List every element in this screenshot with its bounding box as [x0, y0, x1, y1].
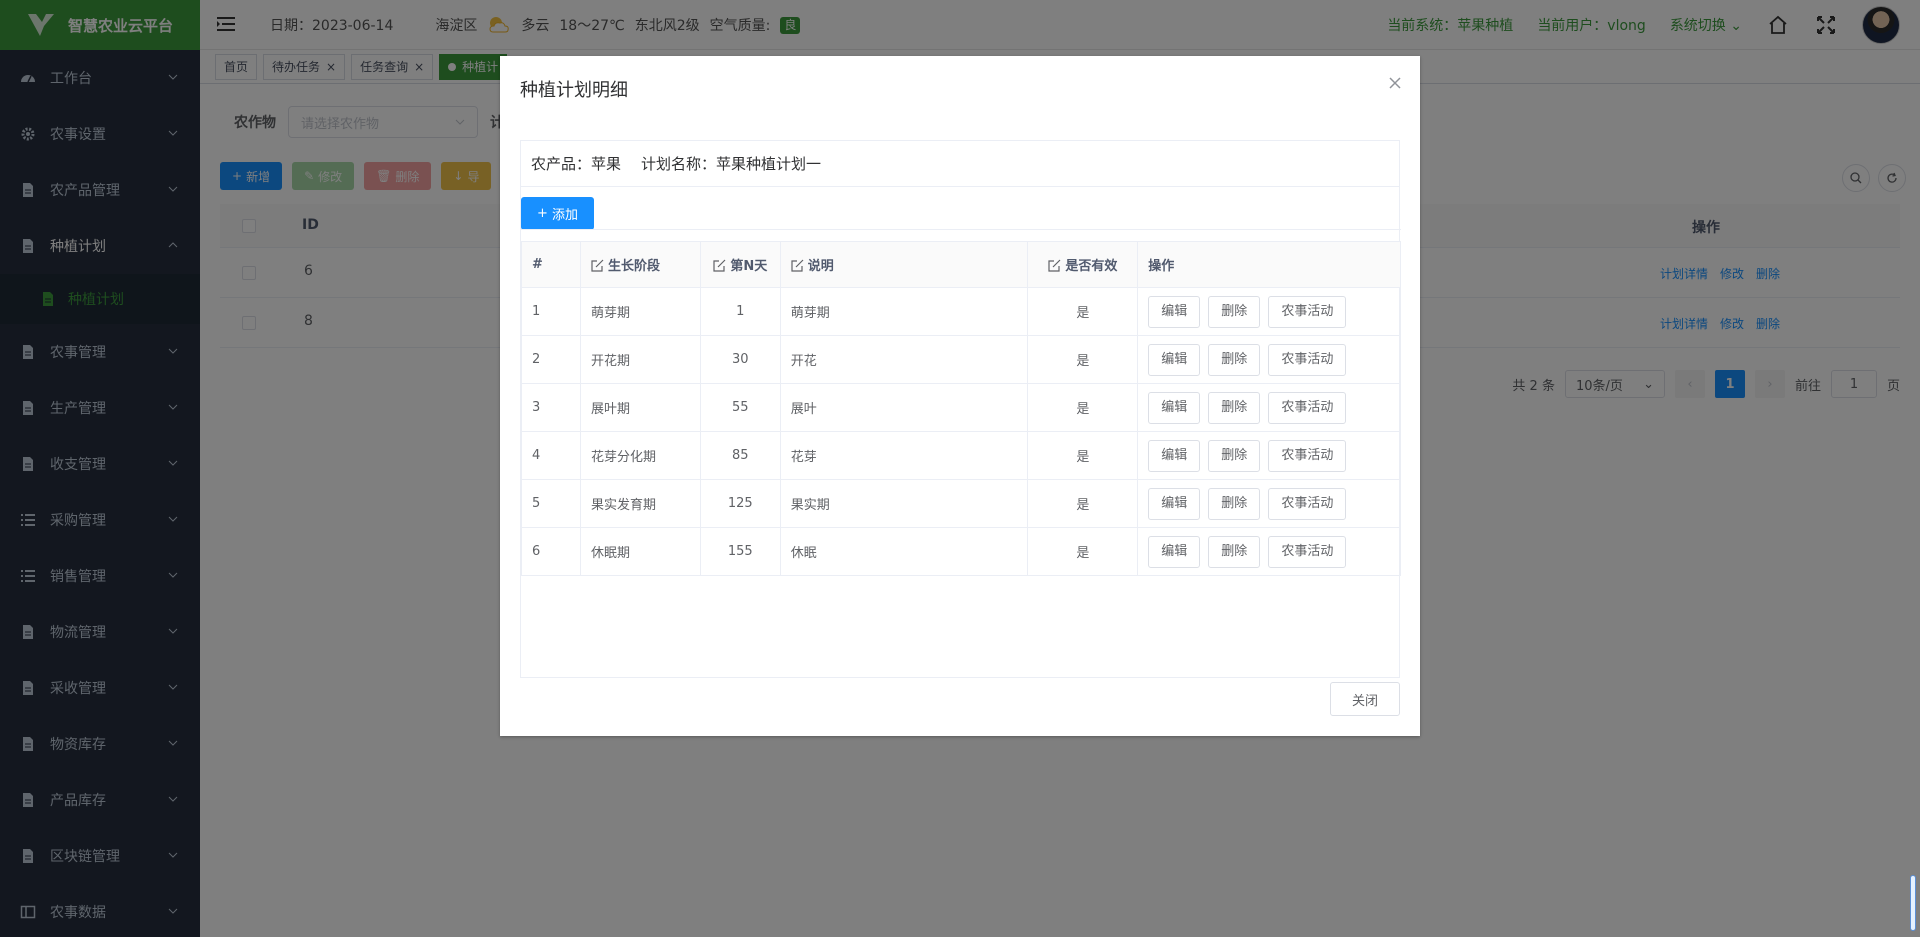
- edit-button[interactable]: 编辑: [1148, 343, 1201, 376]
- cell-valid: 是: [1027, 383, 1139, 432]
- table-row: 4 花芽分化期 85 花芽 是 编辑 删除 农事活动: [521, 431, 1401, 480]
- edit-button[interactable]: 编辑: [1148, 535, 1201, 568]
- column-label: 第N天: [730, 259, 768, 274]
- delete-button[interactable]: 删除: [1208, 439, 1261, 472]
- table-row: 5 果实发育期 125 果实期 是 编辑 删除 农事活动: [521, 479, 1401, 528]
- delete-button[interactable]: 删除: [1208, 391, 1261, 424]
- column-valid: 是否有效: [1027, 241, 1139, 288]
- cell-description: 开花: [779, 335, 1029, 384]
- cell-index: 1: [521, 287, 581, 336]
- close-button[interactable]: 关闭: [1330, 682, 1400, 716]
- table-row: 3 展叶期 55 展叶 是 编辑 删除 农事活动: [521, 383, 1401, 432]
- add-stage-label: 添加: [551, 208, 578, 223]
- cell-description: 休眠: [779, 527, 1029, 576]
- table-header-row: # 生长阶段 第N天 说明 是否有效 操作: [521, 241, 1401, 288]
- cell-stage: 果实发育期: [579, 479, 701, 528]
- edit-icon: [1048, 259, 1061, 272]
- farm-activity-button[interactable]: 农事活动: [1268, 487, 1347, 520]
- cell-day: 85: [699, 431, 781, 480]
- delete-button[interactable]: 删除: [1208, 535, 1261, 568]
- cell-description: 花芽: [779, 431, 1029, 480]
- cell-stage: 萌芽期: [579, 287, 701, 336]
- farm-activity-button[interactable]: 农事活动: [1268, 343, 1347, 376]
- cell-day: 1: [699, 287, 781, 336]
- cell-valid: 是: [1027, 431, 1139, 480]
- farm-activity-button[interactable]: 农事活动: [1268, 391, 1347, 424]
- delete-button[interactable]: 删除: [1208, 487, 1261, 520]
- cell-stage: 休眠期: [579, 527, 701, 576]
- table-row: 1 萌芽期 1 萌芽期 是 编辑 删除 农事活动: [521, 287, 1401, 336]
- column-label: 生长阶段: [607, 259, 660, 274]
- cell-valid: 是: [1027, 479, 1139, 528]
- cell-day: 125: [699, 479, 781, 528]
- add-stage-button[interactable]: + 添加: [521, 197, 594, 230]
- cell-stage: 展叶期: [579, 383, 701, 432]
- edit-icon: [591, 259, 604, 272]
- cell-index: 6: [521, 527, 581, 576]
- cell-valid: 是: [1027, 287, 1139, 336]
- cell-index: 2: [521, 335, 581, 384]
- cell-stage: 花芽分化期: [579, 431, 701, 480]
- close-icon[interactable]: [1388, 76, 1402, 90]
- edit-button[interactable]: 编辑: [1148, 391, 1201, 424]
- cell-day: 55: [699, 383, 781, 432]
- cell-valid: 是: [1027, 527, 1139, 576]
- cell-index: 4: [521, 431, 581, 480]
- plan-name-text: 计划名称：苹果种植计划一: [641, 155, 822, 173]
- cell-index: 3: [521, 383, 581, 432]
- cell-operations: 编辑 删除 农事活动: [1137, 335, 1401, 384]
- product-text: 农产品：苹果: [531, 155, 622, 173]
- column-stage: 生长阶段: [579, 241, 701, 288]
- column-label: 是否有效: [1065, 259, 1118, 274]
- cell-day: 155: [699, 527, 781, 576]
- edit-button[interactable]: 编辑: [1148, 295, 1201, 328]
- plan-info: 农产品：苹果 计划名称：苹果种植计划一: [521, 141, 1399, 187]
- delete-button[interactable]: 删除: [1208, 295, 1261, 328]
- divider: [521, 229, 1401, 230]
- column-label: 说明: [807, 259, 834, 274]
- cell-operations: 编辑 删除 农事活动: [1137, 479, 1401, 528]
- edit-icon: [713, 259, 726, 272]
- dialog-title: 种植计划明细: [520, 80, 628, 101]
- farm-activity-button[interactable]: 农事活动: [1268, 295, 1347, 328]
- column-index: #: [521, 241, 581, 288]
- cell-index: 5: [521, 479, 581, 528]
- cell-valid: 是: [1027, 335, 1139, 384]
- cell-operations: 编辑 删除 农事活动: [1137, 527, 1401, 576]
- delete-button[interactable]: 删除: [1208, 343, 1261, 376]
- cell-description: 果实期: [779, 479, 1029, 528]
- edit-button[interactable]: 编辑: [1148, 439, 1201, 472]
- cell-description: 萌芽期: [779, 287, 1029, 336]
- column-day: 第N天: [699, 241, 781, 288]
- column-description: 说明: [779, 241, 1029, 288]
- dialog-body: 农产品：苹果 计划名称：苹果种植计划一 + 添加 # 生长阶段 第N天 说明 是…: [520, 140, 1401, 678]
- planting-plan-detail-dialog: 种植计划明细 农产品：苹果 计划名称：苹果种植计划一 + 添加 # 生长阶段 第…: [500, 56, 1420, 736]
- edit-button[interactable]: 编辑: [1148, 487, 1201, 520]
- cell-day: 30: [699, 335, 781, 384]
- farm-activity-button[interactable]: 农事活动: [1268, 439, 1347, 472]
- plus-icon: +: [537, 206, 548, 221]
- growth-stage-table: # 生长阶段 第N天 说明 是否有效 操作 1 萌芽期 1 萌芽期 是 编辑 删除…: [521, 241, 1401, 576]
- table-row: 2 开花期 30 开花 是 编辑 删除 农事活动: [521, 335, 1401, 384]
- edit-icon: [791, 259, 804, 272]
- cell-operations: 编辑 删除 农事活动: [1137, 383, 1401, 432]
- farm-activity-button[interactable]: 农事活动: [1268, 535, 1347, 568]
- column-operations: 操作: [1137, 241, 1401, 288]
- cell-operations: 编辑 删除 农事活动: [1137, 287, 1401, 336]
- cell-description: 展叶: [779, 383, 1029, 432]
- cell-stage: 开花期: [579, 335, 701, 384]
- cell-operations: 编辑 删除 农事活动: [1137, 431, 1401, 480]
- thermometer-widget: [1910, 875, 1916, 931]
- table-row: 6 休眠期 155 休眠 是 编辑 删除 农事活动: [521, 527, 1401, 576]
